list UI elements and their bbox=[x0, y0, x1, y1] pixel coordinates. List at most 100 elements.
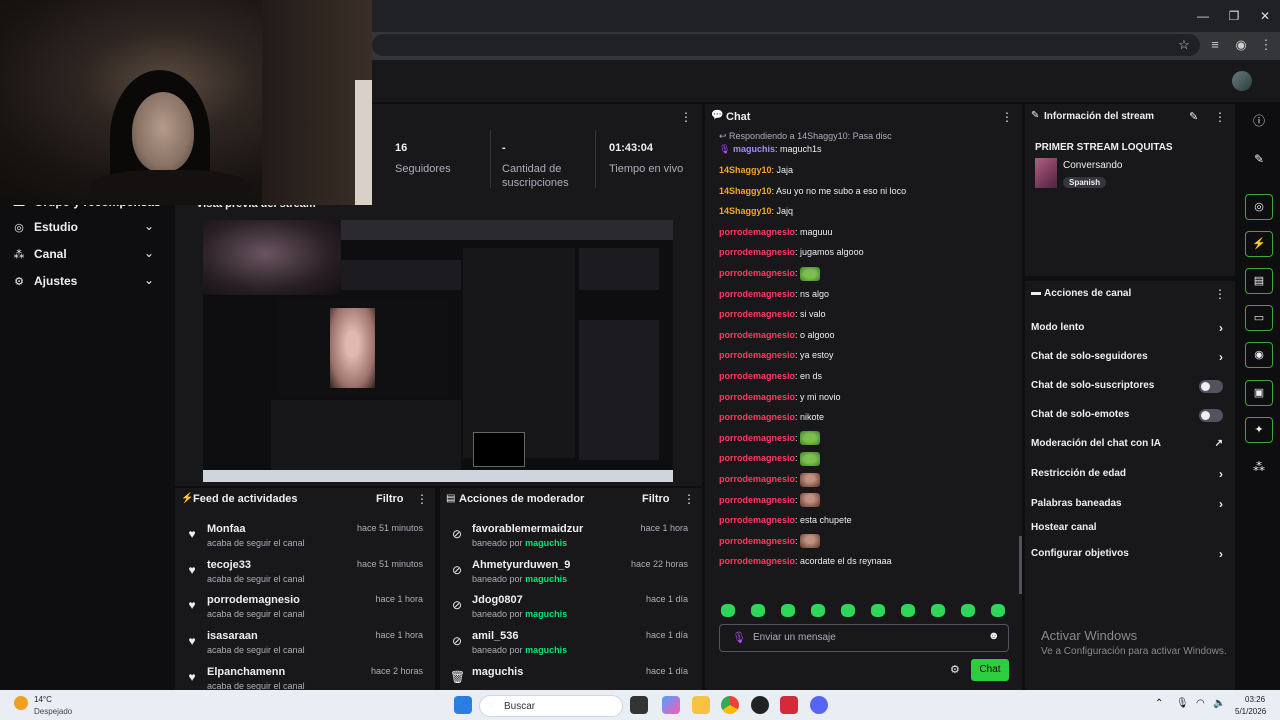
info-icon[interactable]: ⓘ bbox=[1245, 108, 1273, 134]
browser-menu-icon[interactable]: ⋮ bbox=[1256, 36, 1276, 54]
chat-username[interactable]: porrodemagnesio bbox=[719, 515, 795, 525]
emote-suggestion-icon[interactable] bbox=[751, 604, 765, 617]
moderator-name[interactable]: maguchis bbox=[525, 538, 567, 548]
chat-username[interactable]: 14Shaggy10 bbox=[719, 206, 772, 216]
start-icon[interactable] bbox=[454, 696, 472, 714]
chat-message[interactable]: porrodemagnesio: bbox=[719, 430, 821, 446]
lightning-icon[interactable]: ⚡ bbox=[1245, 231, 1273, 257]
chat-username[interactable]: porrodemagnesio bbox=[719, 433, 795, 443]
channel-action-item[interactable]: Moderación del chat con IA ↗ bbox=[1031, 434, 1231, 454]
chat-message[interactable]: 14Shaggy10: Jaja bbox=[719, 162, 793, 178]
chrome-icon[interactable] bbox=[721, 696, 739, 714]
mod-action-item[interactable]: ⊘ Ahmetyurduwen_9 hace 22 horas baneado por… bbox=[440, 557, 698, 593]
chat-input[interactable]: 🎙 Enviar un mensaje ☻ bbox=[719, 624, 1009, 652]
emote-suggestion-icon[interactable] bbox=[931, 604, 945, 617]
discord-icon[interactable] bbox=[810, 696, 828, 714]
chevron-up-icon[interactable]: ⌃ bbox=[1155, 698, 1163, 709]
emote-suggestion-icon[interactable] bbox=[841, 604, 855, 617]
chat-username[interactable]: 14Shaggy10 bbox=[719, 186, 772, 196]
chat-username[interactable]: porrodemagnesio bbox=[719, 392, 795, 402]
moderator-name[interactable]: maguchis bbox=[525, 645, 567, 655]
chat-username[interactable]: porrodemagnesio bbox=[719, 495, 795, 505]
toggle-switch[interactable] bbox=[1199, 380, 1223, 393]
reply-user[interactable]: maguchis bbox=[733, 144, 775, 154]
chat-username[interactable]: porrodemagnesio bbox=[719, 247, 795, 257]
emote-suggestion-icon[interactable] bbox=[811, 604, 825, 617]
channel-action-item[interactable]: Hostear canal bbox=[1031, 518, 1231, 538]
chat-settings-icon[interactable]: ⚙ bbox=[950, 663, 960, 676]
chat-username[interactable]: porrodemagnesio bbox=[719, 536, 795, 546]
channel-action-item[interactable]: Chat de solo-emotes bbox=[1031, 405, 1231, 425]
more-options-icon[interactable]: ⋮ bbox=[1214, 110, 1226, 124]
chat-message[interactable]: porrodemagnesio: bbox=[719, 492, 821, 508]
chat-username[interactable]: porrodemagnesio bbox=[719, 268, 795, 278]
chat-message[interactable]: porrodemagnesio: maguuu bbox=[719, 224, 833, 240]
chat-username[interactable]: 14Shaggy10 bbox=[719, 165, 772, 175]
chat-message[interactable]: porrodemagnesio: bbox=[719, 533, 821, 549]
moderator-name[interactable]: maguchis bbox=[525, 574, 567, 584]
edit-icon[interactable]: ✎ bbox=[1189, 110, 1198, 123]
more-options-icon[interactable]: ⋮ bbox=[1001, 110, 1013, 124]
chat-scrollbar[interactable] bbox=[1019, 536, 1022, 594]
more-options-icon[interactable]: ⋮ bbox=[680, 110, 692, 124]
weather-icon[interactable] bbox=[14, 696, 28, 710]
mod-action-item[interactable]: ⊘ favorablemermaidzur hace 1 hora baneado p… bbox=[440, 521, 698, 557]
chat-message[interactable]: porrodemagnesio: o algooo bbox=[719, 327, 835, 343]
chat-username[interactable]: porrodemagnesio bbox=[719, 474, 795, 484]
chat-message[interactable]: porrodemagnesio: jugamos algooo bbox=[719, 244, 864, 260]
nav-item-settings[interactable]: ⚙ Ajustes ⌄ bbox=[0, 270, 172, 296]
user-avatar[interactable] bbox=[1232, 71, 1252, 91]
channel-action-item[interactable]: Restricción de edad › bbox=[1031, 464, 1231, 484]
emote-suggestion-icon[interactable] bbox=[901, 604, 915, 617]
chat-username[interactable]: porrodemagnesio bbox=[719, 227, 795, 237]
microphone-icon[interactable]: 🎙 bbox=[1176, 698, 1189, 709]
broadcast-icon[interactable]: ◉ bbox=[1245, 342, 1273, 368]
moderator-name[interactable]: maguchis bbox=[525, 609, 567, 619]
emote-suggestion-icon[interactable] bbox=[871, 604, 885, 617]
profile-icon[interactable]: ◉ bbox=[1231, 36, 1251, 54]
chat-message[interactable]: porrodemagnesio: y mi novio bbox=[719, 389, 841, 405]
mod-action-user[interactable]: maguchis bbox=[472, 666, 523, 678]
add-action-icon[interactable]: ⁂ bbox=[1245, 454, 1273, 480]
chat-username[interactable]: porrodemagnesio bbox=[719, 412, 795, 422]
restore-button[interactable]: ❐ bbox=[1219, 6, 1249, 26]
chat-message[interactable]: 14Shaggy10: Jajq bbox=[719, 203, 793, 219]
channel-action-item[interactable]: Chat de solo-seguidores › bbox=[1031, 347, 1231, 367]
clock-time[interactable]: 03:26 bbox=[1245, 695, 1265, 704]
media-icon[interactable]: ≡ bbox=[1205, 36, 1225, 54]
mod-action-user[interactable]: Ahmetyurduwen_9 bbox=[472, 559, 570, 571]
chat-message[interactable]: porrodemagnesio: ya estoy bbox=[719, 347, 834, 363]
taskbar-search[interactable]: ⌕ Buscar bbox=[479, 695, 623, 717]
document-icon[interactable]: ▤ bbox=[1245, 268, 1273, 294]
task-view-icon[interactable] bbox=[630, 696, 648, 714]
file-explorer-icon[interactable] bbox=[692, 696, 710, 714]
emote-suggestion-icon[interactable] bbox=[991, 604, 1005, 617]
close-button[interactable]: ✕ bbox=[1250, 6, 1280, 26]
address-bar[interactable] bbox=[372, 34, 1200, 56]
bookmark-star-icon[interactable]: ☆ bbox=[1174, 36, 1194, 54]
volume-icon[interactable]: 🔈 bbox=[1213, 698, 1225, 709]
chat-message[interactable]: porrodemagnesio: si valo bbox=[719, 306, 826, 322]
obs-icon[interactable] bbox=[751, 696, 769, 714]
minimize-button[interactable]: — bbox=[1188, 6, 1218, 26]
chat-message[interactable]: porrodemagnesio: esta chupete bbox=[719, 512, 852, 528]
send-chat-button[interactable]: Chat bbox=[971, 659, 1009, 681]
chat-message[interactable]: porrodemagnesio: bbox=[719, 471, 821, 487]
clip-icon[interactable]: ◎ bbox=[1245, 194, 1273, 220]
more-options-icon[interactable]: ⋮ bbox=[1214, 287, 1226, 301]
chat-message[interactable]: porrodemagnesio: bbox=[719, 450, 821, 467]
activity-user[interactable]: tecoje33 bbox=[207, 559, 251, 571]
channel-action-item[interactable]: Palabras baneadas › bbox=[1031, 494, 1231, 514]
chat-message[interactable]: 14Shaggy10: Asu yo no me subo a eso ni l… bbox=[719, 183, 906, 199]
more-options-icon[interactable]: ⋮ bbox=[416, 492, 428, 506]
chat-message[interactable]: porrodemagnesio: ns algo bbox=[719, 286, 829, 302]
mod-filter-button[interactable]: Filtro bbox=[642, 493, 670, 505]
chat-username[interactable]: porrodemagnesio bbox=[719, 289, 795, 299]
chat-icon[interactable]: ▭ bbox=[1245, 305, 1273, 331]
activity-user[interactable]: isasaraan bbox=[207, 630, 258, 642]
mod-action-user[interactable]: favorablemermaidzur bbox=[472, 523, 583, 535]
chat-username[interactable]: porrodemagnesio bbox=[719, 309, 795, 319]
chat-username[interactable]: porrodemagnesio bbox=[719, 371, 795, 381]
emote-suggestion-icon[interactable] bbox=[721, 604, 735, 617]
app-icon[interactable] bbox=[780, 696, 798, 714]
